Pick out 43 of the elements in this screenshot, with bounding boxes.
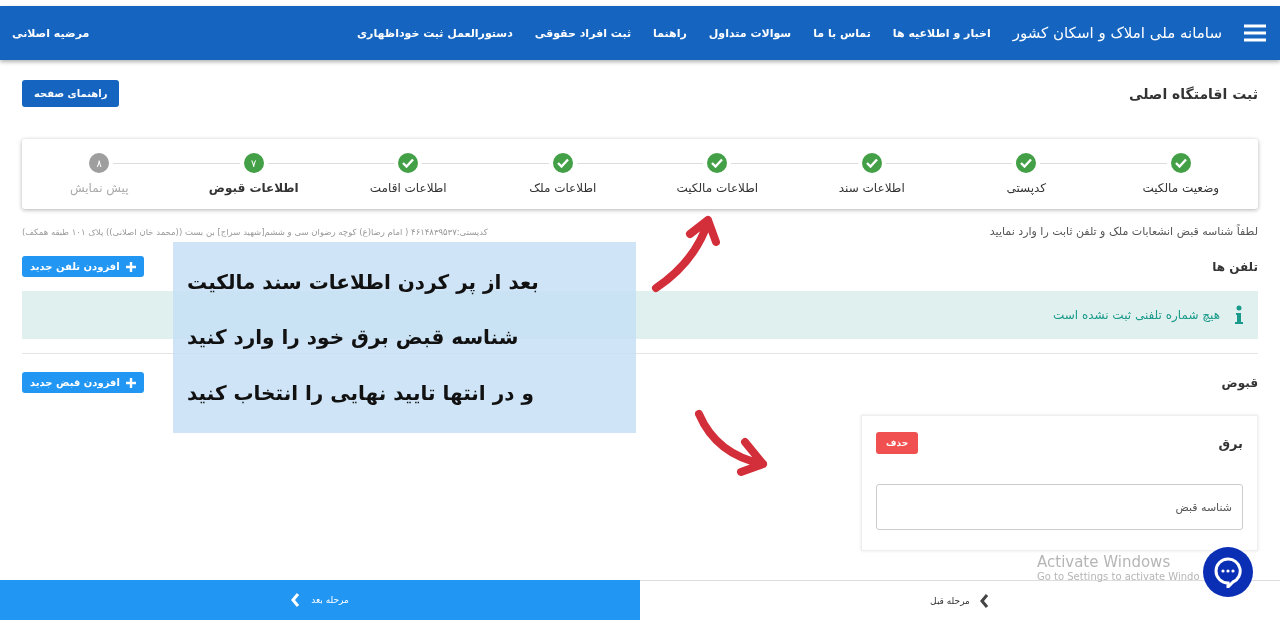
add-bill-button[interactable]: افزودن قبض جدید bbox=[22, 372, 144, 393]
step-number: ۸ bbox=[89, 153, 110, 173]
plus-icon bbox=[125, 377, 136, 388]
chevron-icon bbox=[979, 592, 990, 609]
nav-link[interactable]: ثبت افراد حقوقی bbox=[534, 26, 632, 40]
bill-title: برق bbox=[1218, 435, 1243, 451]
page-title: ثبت اقامتگاه اصلی bbox=[1129, 85, 1258, 102]
plus-icon bbox=[125, 261, 136, 272]
activation-subtitle: Go to Settings to activate Windo bbox=[1037, 571, 1200, 582]
nav-link[interactable]: دستورالعمل ثبت خوداظهاری bbox=[357, 26, 513, 40]
next-step-button[interactable]: مرحله بعد bbox=[0, 580, 640, 620]
annotation-text: شناسه قبض برق خود را وارد کنید bbox=[187, 325, 519, 350]
nav-link[interactable]: تماس با ما bbox=[813, 26, 871, 40]
instruction-text: لطفاً شناسه قبض انشعابات ملک و تلفن ثابت را وارد نمایید bbox=[989, 225, 1258, 238]
activation-title: Activate Windows bbox=[1037, 553, 1172, 571]
user-name[interactable]: مرضیه اصلانی bbox=[12, 26, 90, 40]
step-label[interactable]: اطلاعات سند bbox=[838, 181, 905, 195]
alert-text: هیچ شماره تلفنی ثبت نشده است bbox=[1052, 308, 1220, 322]
step-label[interactable]: وضعیت مالکیت bbox=[1142, 181, 1220, 195]
annotation-text: بعد از پر کردن اطلاعات سند مالکیت bbox=[187, 269, 539, 294]
annotation-text: و در انتها تایید نهایی را انتخاب کنید bbox=[187, 381, 534, 406]
section-title: تلفن ها bbox=[1212, 259, 1258, 274]
chat-icon bbox=[1213, 556, 1243, 588]
menu-icon[interactable] bbox=[1244, 24, 1266, 42]
info-icon bbox=[1234, 305, 1244, 325]
section-title: قبوض bbox=[1221, 375, 1258, 390]
step-label[interactable]: اطلاعات ملک bbox=[529, 181, 597, 195]
nav-link[interactable]: اخبار و اطلاعیه ها bbox=[892, 26, 991, 40]
step-label[interactable]: اطلاعات مالکیت bbox=[676, 181, 759, 195]
address-text: کدپستی:۴۶۱۴۸۳۹۵۳۷ ( امام رضا(ع) کوچه رضوان سی و ششم[شهید سراج] بن بست ((محمد خان اصلانی)) پلاک ۱۰۱ طبقه همکف) bbox=[22, 226, 488, 237]
nav-link[interactable]: راهنما bbox=[653, 26, 687, 40]
step-label[interactable]: کدپستی bbox=[1006, 181, 1047, 195]
step-label[interactable]: اطلاعات قبوض bbox=[208, 181, 299, 195]
delete-button[interactable]: حذف bbox=[876, 432, 919, 454]
site-title: سامانه ملی املاک و اسکان کشور bbox=[1012, 24, 1222, 42]
add-phone-button[interactable]: افزودن تلفن جدید bbox=[22, 256, 144, 277]
step-label[interactable]: اطلاعات اقامت bbox=[369, 181, 447, 195]
chat-button[interactable] bbox=[1203, 547, 1253, 597]
chevron-icon bbox=[291, 592, 302, 608]
bill-id-field[interactable]: شناسه قبض bbox=[876, 484, 1243, 530]
help-button[interactable]: راهنمای صفحه bbox=[22, 80, 120, 107]
step-number: ۷ bbox=[243, 153, 264, 173]
nav-link[interactable]: سوالات متداول bbox=[708, 26, 792, 40]
